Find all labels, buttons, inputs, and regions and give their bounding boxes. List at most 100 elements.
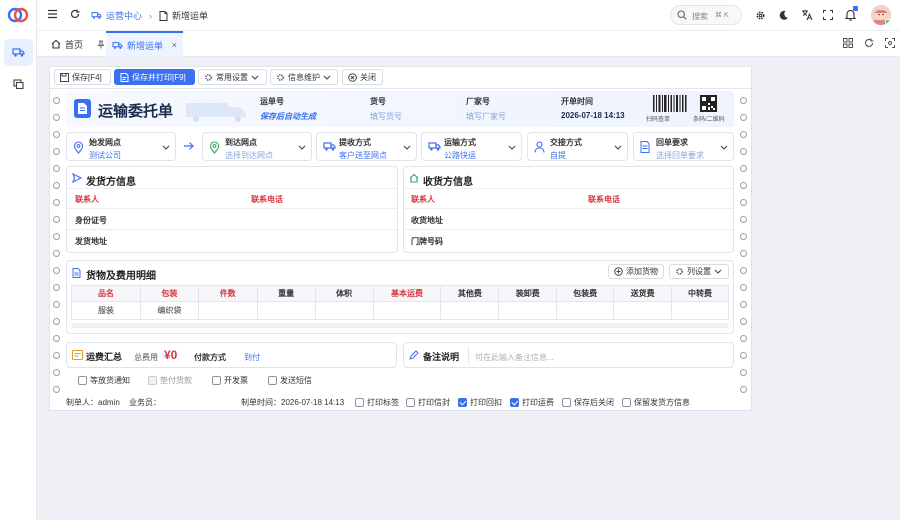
checkbox[interactable] (268, 376, 277, 385)
pay-method-select[interactable]: 到付 (244, 352, 260, 363)
origin-station-select[interactable]: 始发网点 测试公司 (66, 132, 176, 161)
print-option-checkbox[interactable]: 打印运费 (510, 397, 554, 408)
refresh-icon[interactable] (70, 9, 80, 19)
receipt-icon (640, 141, 650, 153)
moon-icon[interactable] (778, 10, 789, 21)
bell-icon[interactable] (845, 6, 858, 21)
close-icon[interactable]: × (172, 40, 177, 50)
table-cell[interactable] (197, 301, 258, 320)
transport-method-select[interactable]: 运输方式 公路快运 (421, 132, 522, 161)
remark-input[interactable]: 可在此输入备注信息... (475, 352, 554, 363)
receipt-requirement-select[interactable]: 回单要求 选择回单要求 (633, 132, 734, 161)
receipt-requirement-placeholder: 选择回单要求 (656, 151, 704, 160)
binding-ring (740, 233, 747, 240)
close-button[interactable]: 关闭 (342, 69, 383, 85)
factory-no-label: 厂家号 (466, 97, 490, 106)
shipper-phone-label: 联系电话 (251, 195, 283, 204)
handover-method-label: 交接方式 (550, 138, 582, 147)
pin-icon[interactable] (97, 40, 105, 49)
column-header: 装卸费 (498, 285, 558, 302)
creator-text: 制单人：admin (66, 398, 120, 407)
binding-ring (740, 148, 747, 155)
goods-no-label: 货号 (370, 97, 386, 106)
factory-no-input[interactable]: 填写厂家号 (466, 111, 506, 122)
table-cell[interactable] (671, 301, 729, 320)
add-goods-button[interactable]: 添加货物 (608, 264, 664, 279)
barcode-icon[interactable] (652, 95, 688, 112)
table-row[interactable]: 服装 编织袋 (71, 301, 729, 320)
tab-new-waybill[interactable]: 新增运单 × (106, 31, 183, 57)
fullscreen-icon[interactable] (823, 10, 833, 20)
save-print-button[interactable]: 保存并打印[F9] (114, 69, 195, 85)
checkbox[interactable] (78, 376, 87, 385)
binding-ring (740, 216, 747, 223)
print-option-checkbox[interactable]: 打印信封 (406, 397, 450, 408)
search-icon (677, 10, 687, 20)
binding-ring (740, 318, 747, 325)
chevron-down-icon (508, 145, 516, 150)
table-cell[interactable] (440, 301, 500, 320)
print-option-checkbox[interactable]: 打印回扣 (458, 397, 502, 408)
checkbox[interactable] (212, 376, 221, 385)
print-option-checkbox[interactable]: 保存后关闭 (562, 397, 614, 408)
table-cell[interactable] (556, 301, 615, 320)
option-checkbox[interactable]: 发送短信 (268, 375, 312, 386)
reload-tab-icon[interactable] (864, 38, 874, 48)
search-box[interactable]: 搜索 ⌘ K (670, 5, 742, 25)
handover-method-select[interactable]: 交接方式 自提 (527, 132, 628, 161)
qrcode-icon[interactable] (700, 95, 717, 112)
tab-home[interactable]: 首页 (51, 31, 105, 57)
gear-icon[interactable] (755, 10, 766, 21)
checkbox[interactable] (355, 398, 364, 407)
focus-mode-icon[interactable] (885, 38, 895, 48)
checkbox-label: 保存后关闭 (574, 398, 614, 407)
chevron-down-icon (614, 145, 622, 150)
checkbox[interactable] (562, 398, 571, 407)
created-time-text: 制单时间：2026-07-18 14:13 (241, 398, 345, 407)
table-cell[interactable] (256, 301, 316, 320)
summary-title: 运费汇总 (86, 352, 123, 362)
binding-ring (740, 352, 747, 359)
avatar[interactable] (871, 5, 891, 25)
print-option-checkbox[interactable]: 保留发货方信息 (622, 397, 690, 408)
option-checkbox[interactable]: 等放货通知 (78, 375, 130, 386)
binding-ring (740, 165, 747, 172)
horizontal-scrollbar[interactable] (71, 323, 729, 328)
checkbox[interactable] (406, 398, 415, 407)
form-title: 运输委托单 (98, 103, 174, 120)
sidebar-item-transport[interactable] (4, 39, 33, 66)
print-option-checkbox[interactable]: 打印标签 (355, 397, 399, 408)
dest-station-select[interactable]: 到达网点 选择到达网点 (202, 132, 312, 161)
table-cell[interactable] (372, 301, 442, 320)
translate-icon[interactable] (801, 9, 813, 21)
table-cell[interactable] (498, 301, 558, 320)
common-settings-dropdown[interactable]: 常用设置 (198, 69, 267, 85)
app-logo[interactable] (7, 5, 29, 25)
menu-icon[interactable] (47, 9, 58, 19)
goods-no-input[interactable]: 填写货号 (370, 111, 402, 122)
remark-section: 备注说明 可在此输入备注信息... (403, 342, 734, 368)
grid-icon[interactable] (843, 38, 853, 48)
checkbox[interactable] (622, 398, 631, 407)
column-settings-dropdown[interactable]: 列设置 (669, 264, 729, 279)
home-icon (409, 173, 419, 183)
table-cell[interactable]: 编织袋 (139, 301, 199, 320)
location-icon (209, 141, 220, 154)
option-checkbox[interactable]: 开发票 (212, 375, 248, 386)
receiver-phone-label: 联系电话 (588, 195, 620, 204)
checkbox[interactable] (458, 398, 467, 407)
sidebar-item-copy[interactable] (10, 76, 26, 92)
waybill-no-value: 保存后自动生成 (260, 112, 316, 121)
pickup-method-select[interactable]: 提收方式 客户送至网点 (316, 132, 417, 161)
sidebar (0, 0, 37, 520)
table-cell[interactable] (314, 301, 374, 320)
save-button[interactable]: 保存[F4] (54, 69, 111, 85)
info-maintain-dropdown[interactable]: 信息维护 (270, 69, 338, 85)
checkbox[interactable] (510, 398, 519, 407)
breadcrumb-item-ops[interactable]: 运营中心 (106, 9, 142, 22)
checkbox-label: 发送短信 (280, 376, 312, 385)
save-print-icon (120, 72, 129, 82)
table-cell[interactable]: 服装 (71, 301, 141, 320)
table-cell[interactable] (613, 301, 673, 320)
goods-section: 货物及费用明细 添加货物 列设置 品名 包装 件数 重量 体积 基本运费 其他费 装卸费 包装费… (66, 260, 734, 334)
